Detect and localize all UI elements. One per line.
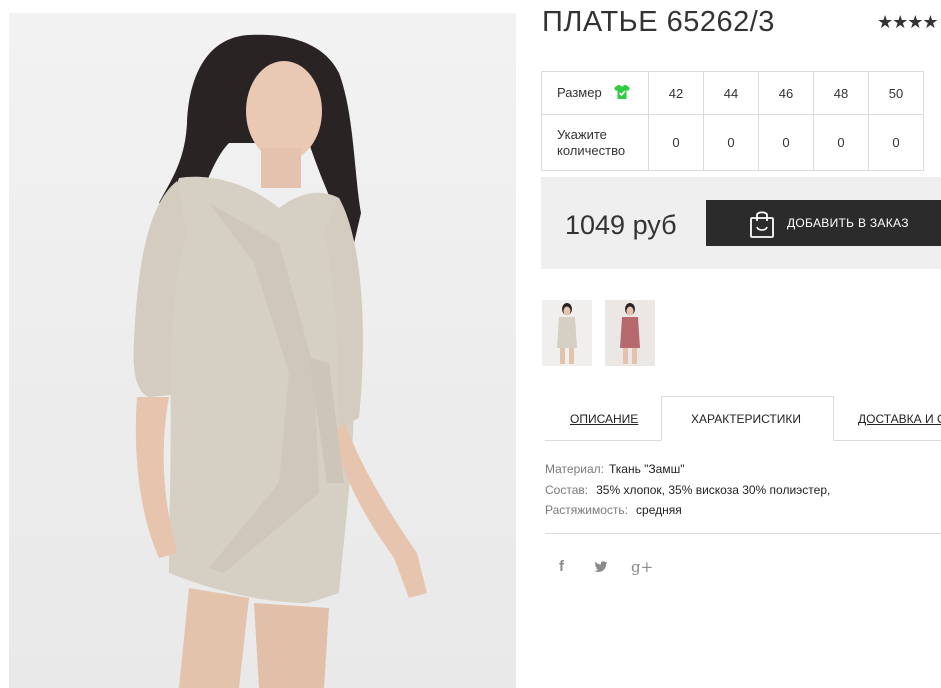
quantity-input[interactable]: 0 bbox=[868, 114, 924, 171]
product-price: 1049 руб bbox=[565, 210, 677, 240]
spec-key: Состав: bbox=[545, 482, 589, 497]
model-in-dress-image bbox=[133, 34, 427, 688]
tshirt-icon[interactable] bbox=[613, 84, 631, 103]
spec-value: средняя bbox=[636, 503, 682, 517]
product-title: ПЛАТЬЕ 65262/3 bbox=[542, 6, 775, 38]
shopping-bag-icon bbox=[749, 209, 775, 242]
size-label-cell: Размер bbox=[541, 71, 649, 115]
specs-list: Материал: Ткань "Замш" Состав: 35% хлопок,… bbox=[545, 459, 830, 521]
section-divider bbox=[545, 533, 941, 534]
spec-row-material: Материал: Ткань "Замш" bbox=[545, 459, 830, 480]
product-tabs: ОПИСАНИЕ ХАРАКТЕРИСТИКИ ДОСТАВКА И ОПЛАТ… bbox=[545, 396, 941, 441]
tab-description[interactable]: ОПИСАНИЕ bbox=[545, 396, 661, 441]
spec-key: Материал: bbox=[545, 462, 604, 476]
spec-key: Растяжимость: bbox=[545, 503, 629, 517]
quantity-input[interactable]: 0 bbox=[703, 114, 759, 171]
buy-panel: 1049 руб ДОБАВИТЬ В ЗАКАЗ bbox=[541, 177, 941, 269]
thumbnail-beige-dress[interactable] bbox=[542, 300, 592, 366]
add-to-order-button[interactable]: ДОБАВИТЬ В ЗАКАЗ bbox=[706, 200, 941, 246]
tab-characteristics[interactable]: ХАРАКТЕРИСТИКИ bbox=[661, 396, 834, 441]
size-cell: 50 bbox=[868, 71, 924, 115]
quantity-row: Укажите количество 0 0 0 0 0 bbox=[541, 114, 924, 171]
tab-characteristics-label: ХАРАКТЕРИСТИКИ bbox=[691, 412, 802, 426]
size-cell: 42 bbox=[648, 71, 704, 115]
quantity-label: Укажите количество bbox=[541, 114, 649, 171]
size-cell: 46 bbox=[758, 71, 814, 115]
tab-delivery-label: ДОСТАВКА И ОПЛАТА bbox=[858, 412, 941, 426]
size-cell: 44 bbox=[703, 71, 759, 115]
thumbnail-pink-dress[interactable] bbox=[605, 300, 655, 366]
google-plus-icon[interactable]: g+ bbox=[631, 558, 653, 576]
spec-value: Ткань "Замш" bbox=[608, 462, 685, 476]
size-label: Размер bbox=[557, 84, 602, 100]
spec-row-stretch: Растяжимость: средняя bbox=[545, 500, 830, 521]
facebook-icon[interactable]: f bbox=[559, 558, 564, 575]
quantity-input[interactable]: 0 bbox=[813, 114, 869, 171]
tab-description-label: ОПИСАНИЕ bbox=[570, 412, 639, 426]
tab-delivery[interactable]: ДОСТАВКА И ОПЛАТА bbox=[858, 396, 941, 441]
quantity-input[interactable]: 0 bbox=[758, 114, 814, 171]
twitter-icon[interactable] bbox=[594, 559, 608, 577]
spec-row-composition: Состав: 35% хлопок, 35% вискоза 30% полиэ… bbox=[545, 480, 830, 501]
size-cell: 48 bbox=[813, 71, 869, 115]
rating-stars[interactable]: ★★★★ bbox=[877, 12, 939, 33]
add-to-order-label: ДОБАВИТЬ В ЗАКАЗ bbox=[787, 216, 909, 230]
size-row: Размер 42 44 46 48 50 bbox=[541, 71, 924, 115]
spec-value: 35% хлопок, 35% вискоза 30% полиэстер, bbox=[596, 482, 831, 497]
quantity-input[interactable]: 0 bbox=[648, 114, 704, 171]
product-main-photo[interactable] bbox=[9, 13, 516, 688]
size-quantity-table: Размер 42 44 46 48 50 Укажите количество… bbox=[541, 71, 924, 171]
